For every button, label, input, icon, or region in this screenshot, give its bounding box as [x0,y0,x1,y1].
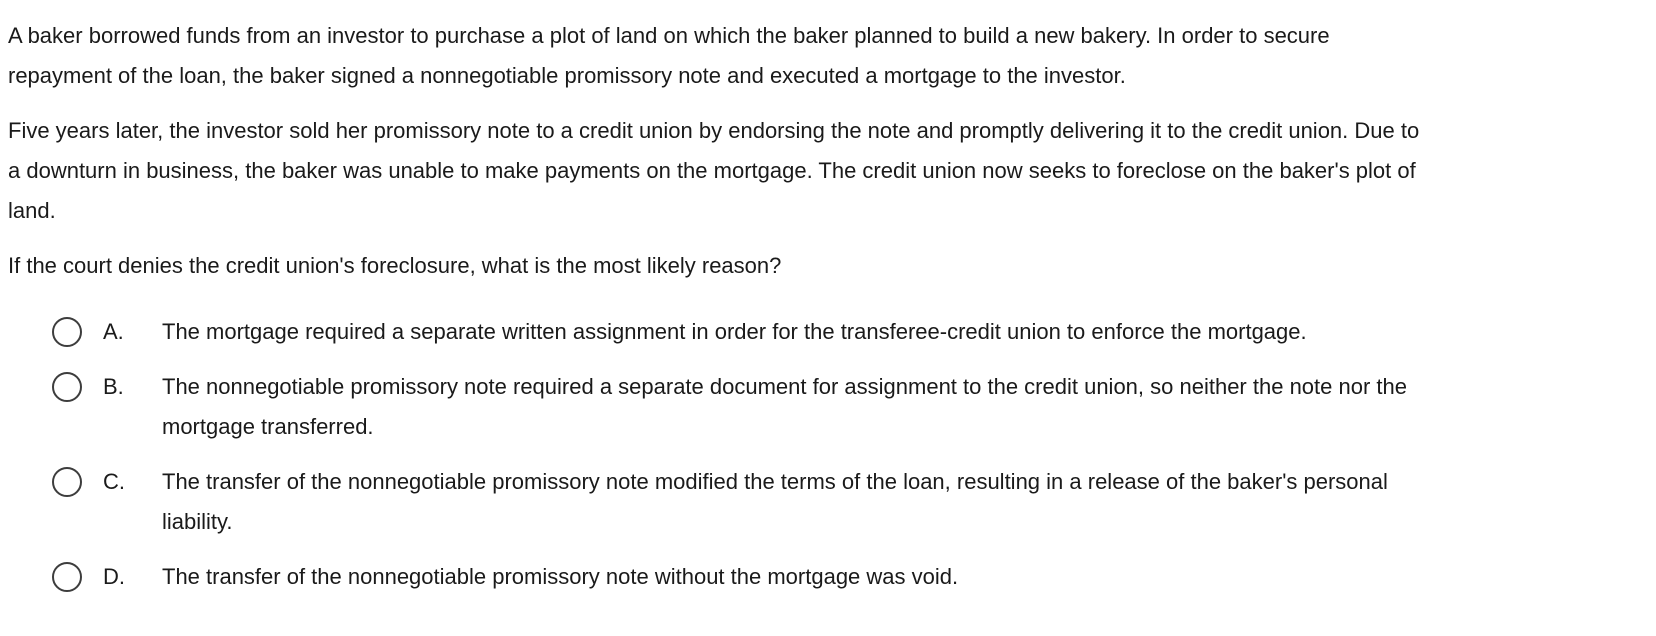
question-prompt: If the court denies the credit union's f… [8,246,1656,286]
option-b[interactable]: B. The nonnegotiable promissory note req… [52,367,1656,447]
option-text[interactable]: The transfer of the nonnegotiable promis… [162,557,1656,597]
text-line: repayment of the loan, the baker signed … [8,63,1126,88]
radio-button-d[interactable] [52,562,82,592]
radio-button-c[interactable] [52,467,82,497]
radio-button-b[interactable] [52,372,82,402]
question-paragraph-1: A baker borrowed funds from an investor … [8,16,1656,96]
text-line: A baker borrowed funds from an investor … [8,23,1330,48]
option-text-line: liability. [162,509,233,534]
option-text-line: The nonnegotiable promissory note requir… [162,374,1407,399]
option-text[interactable]: The mortgage required a separate written… [162,312,1656,352]
option-text-line: The transfer of the nonnegotiable promis… [162,469,1388,494]
text-line: land. [8,198,56,223]
question-paragraph-2: Five years later, the investor sold her … [8,111,1656,231]
option-text-line: The mortgage required a separate written… [162,319,1307,344]
option-text-line: The transfer of the nonnegotiable promis… [162,564,959,589]
question-stem: A baker borrowed funds from an investor … [8,16,1656,301]
option-d[interactable]: D. The transfer of the nonnegotiable pro… [52,557,1656,597]
option-text-line: mortgage transferred. [162,414,374,439]
option-letter: B. [103,374,124,399]
option-text[interactable]: The transfer of the nonnegotiable promis… [162,462,1656,542]
option-letter: A. [103,319,124,344]
text-line: Five years later, the investor sold her … [8,118,1420,143]
option-a[interactable]: A. The mortgage required a separate writ… [52,312,1656,352]
answer-options: A. The mortgage required a separate writ… [52,312,1656,612]
option-c[interactable]: C. The transfer of the nonnegotiable pro… [52,462,1656,542]
text-line: a downturn in business, the baker was un… [8,158,1416,183]
option-text[interactable]: The nonnegotiable promissory note requir… [162,367,1656,447]
text-line: If the court denies the credit union's f… [8,253,782,278]
option-letter: D. [103,564,125,589]
radio-button-a[interactable] [52,317,82,347]
option-letter: C. [103,469,125,494]
